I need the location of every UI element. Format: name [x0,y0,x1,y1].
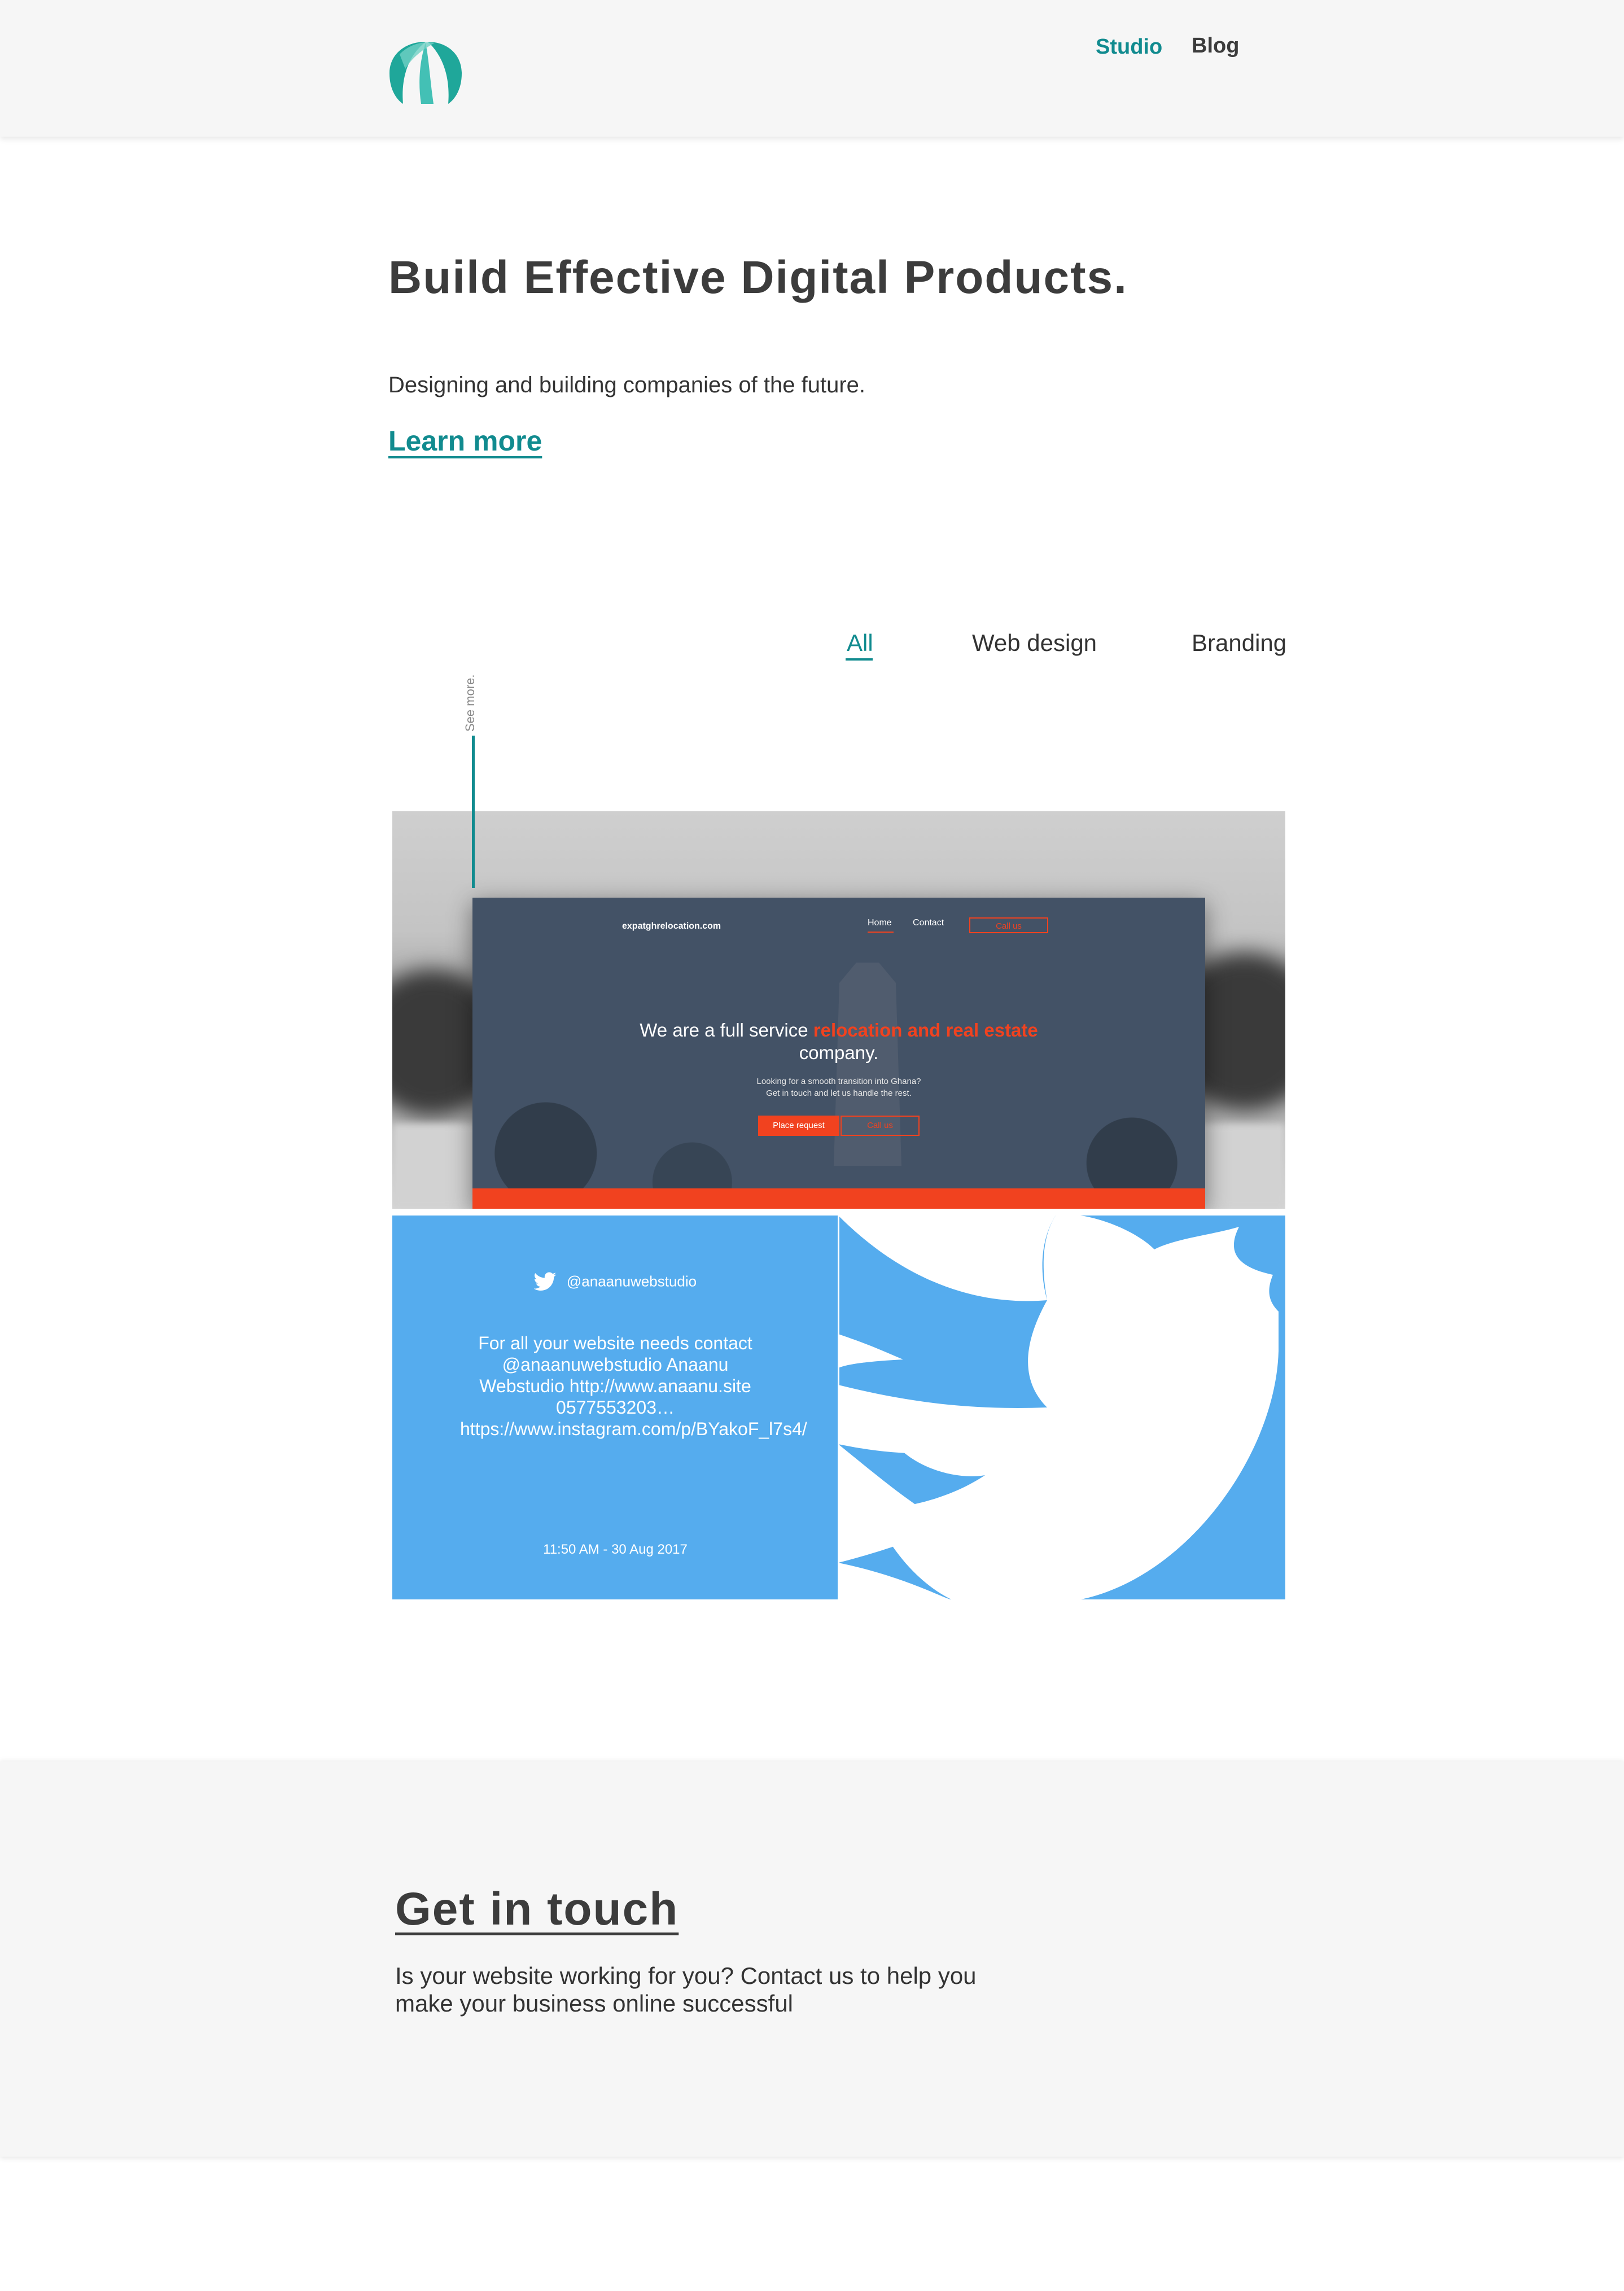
mockup-headline: We are a full service relocation and rea… [472,1019,1205,1064]
contact-section [0,1761,1624,2157]
mockup-headline-accent: relocation and real estate [813,1020,1038,1040]
see-more-line [472,736,475,888]
twitter-bird-icon [533,1272,557,1291]
website-mockup: expatghrelocation.com Home Contact Call … [472,898,1205,1209]
hero-title: Build Effective Digital Products. [388,252,1128,303]
mockup-nav-call: Call us [969,917,1048,933]
studio-logo-icon[interactable] [388,37,463,104]
mockup-nav-home: Home [868,918,892,928]
contact-text: Is your website working for you? Contact… [395,1962,977,2017]
nav-blog-link[interactable]: Blog [1192,34,1239,58]
mockup-subtext-line2: Get in touch and let us handle the rest. [766,1088,912,1098]
tweet-timestamp: 11:50 AM - 30 Aug 2017 [543,1542,688,1557]
mockup-headline-pre: We are a full service [640,1020,813,1040]
mockup-nav-home-underline [868,932,894,933]
filter-all-tab[interactable]: All [847,629,873,657]
tweet-handle-row: @anaanuwebstudio [392,1272,838,1291]
active-filter-underline [846,658,873,661]
project-relocation-card[interactable]: expatghrelocation.com Home Contact Call … [392,811,1285,1209]
mockup-orange-bar [472,1188,1205,1209]
card-divider [838,1216,839,1599]
mockup-subtext-line1: Looking for a smooth transition into Gha… [756,1077,921,1086]
large-twitter-bird-icon [838,1216,1285,1599]
filter-branding-tab[interactable]: Branding [1192,629,1286,657]
tweet-text: For all your website needs contact @anaa… [460,1333,807,1439]
mockup-place-request-button: Place request [758,1116,839,1136]
see-more-link[interactable]: See more. [463,675,478,732]
contact-title[interactable]: Get in touch [395,1883,679,1936]
tweet-handle: @anaanuwebstudio [566,1273,697,1290]
mockup-nav-contact: Contact [913,918,944,928]
project-tweet-card[interactable]: @anaanuwebstudio For all your website ne… [392,1216,838,1599]
site-header [0,0,1624,137]
hero-subtitle: Designing and building companies of the … [388,373,865,397]
project-twitter-graphic [838,1216,1285,1599]
mockup-call-us-button: Call us [841,1116,920,1136]
mockup-subtext: Looking for a smooth transition into Gha… [472,1075,1205,1099]
filter-web-design-tab[interactable]: Web design [972,629,1097,657]
mockup-headline-post: company. [799,1042,879,1063]
learn-more-link[interactable]: Learn more [388,425,542,457]
mockup-trees [472,1096,1205,1192]
mockup-domain: expatghrelocation.com [622,921,721,931]
nav-studio-link[interactable]: Studio [1096,35,1162,59]
